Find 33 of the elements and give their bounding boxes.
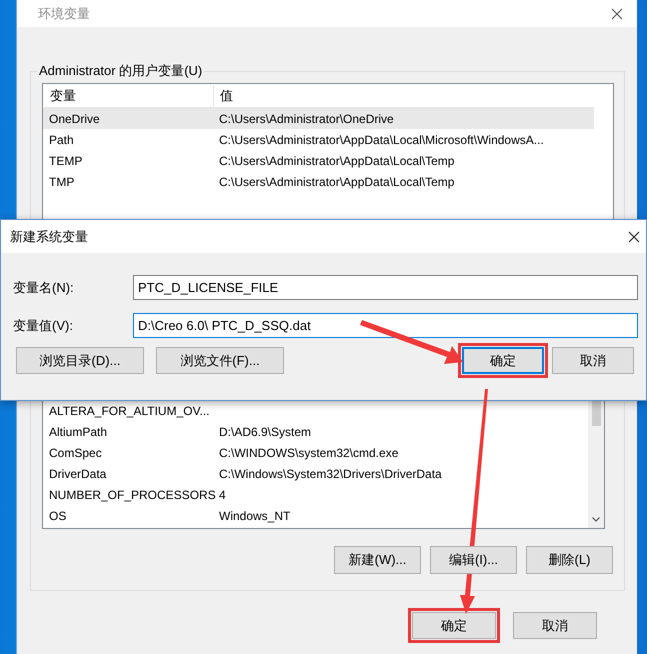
- list-row[interactable]: OneDrive C:\Users\Administrator\OneDrive: [43, 108, 594, 129]
- button[interactable]: 浏览文件(F)...: [156, 347, 284, 374]
- button[interactable]: 浏览目录(D)...: [16, 347, 144, 374]
- button[interactable]: 删除(L): [526, 546, 613, 574]
- list-row[interactable]: TMP C:\Users\Administrator\AppData\Local\Temp: [43, 171, 594, 192]
- button[interactable]: 编辑(I)...: [430, 546, 517, 574]
- button[interactable]: 取消: [552, 347, 634, 374]
- column-header[interactable]: 变量: [44, 85, 214, 107]
- input-field[interactable]: PTC_D_LICENSE_FILE: [133, 275, 638, 300]
- button[interactable]: 确定: [412, 612, 496, 639]
- list-row[interactable]: ALTERA_FOR_ALTIUM_OV...: [43, 400, 588, 421]
- group-label: Administrator 的用户变量(U): [38, 62, 204, 80]
- list-row[interactable]: Path C:\Users\Administrator\AppData\Local\Microsoft\WindowsA...: [43, 129, 594, 150]
- list-row[interactable]: NUMBER_OF_PROCESSORS 4: [43, 484, 588, 505]
- field-label: 变量名(N):: [13, 278, 75, 296]
- chevron-down-icon[interactable]: [592, 517, 600, 522]
- button[interactable]: 新建(W)...: [334, 546, 421, 574]
- list-row[interactable]: ComSpec C:\WINDOWS\system32\cmd.exe: [43, 442, 588, 463]
- window-title: 环境变量: [38, 4, 90, 22]
- input-field[interactable]: D:\Creo 6.0\ PTC_D_SSQ.dat: [133, 313, 638, 338]
- field-label: 变量值(V):: [13, 316, 74, 334]
- list-row[interactable]: TEMP C:\Users\Administrator\AppData\Local\Temp: [43, 150, 594, 171]
- button[interactable]: 确定: [462, 347, 544, 374]
- scrollbar-thumb[interactable]: [592, 400, 600, 426]
- close-icon[interactable]: [628, 230, 640, 242]
- list-row[interactable]: OS Windows_NT: [43, 505, 588, 526]
- list-row[interactable]: DriverData C:\Windows\System32\Drivers\DriverData: [43, 463, 588, 484]
- list-row[interactable]: AltiumPath D:\AD6.9\System: [43, 421, 588, 442]
- close-icon[interactable]: [611, 8, 623, 20]
- column-header[interactable]: 值: [214, 85, 233, 107]
- dialog-title: 新建系统变量: [10, 228, 88, 246]
- button[interactable]: 取消: [513, 612, 597, 639]
- scrollbar[interactable]: [588, 398, 604, 528]
